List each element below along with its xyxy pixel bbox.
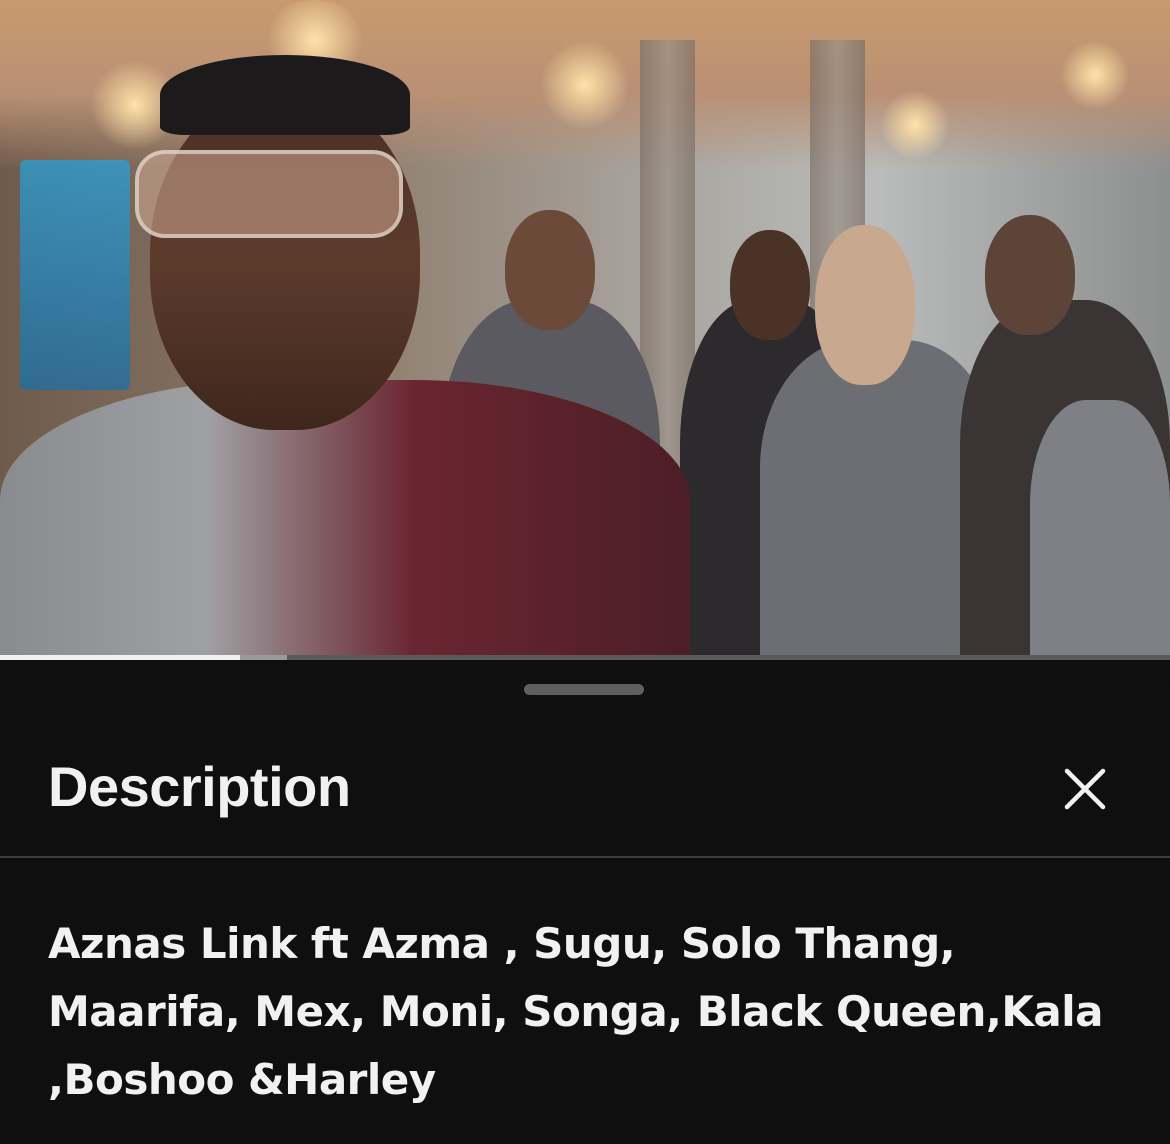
close-button[interactable]: [1052, 756, 1118, 822]
drag-handle[interactable]: [524, 684, 644, 695]
video-scene-person: [1030, 400, 1170, 655]
sheet-title: Description: [48, 755, 351, 818]
video-scene-person: [505, 210, 595, 330]
video-scene-sunglasses: [135, 150, 403, 238]
video-scene-light: [540, 40, 630, 130]
video-scene-sign: [20, 160, 130, 390]
close-icon: [1064, 768, 1106, 810]
video-player[interactable]: [0, 0, 1170, 655]
video-scene-cap: [160, 55, 410, 135]
description-text: Aznas Link ft Azma , Sugu, Solo Thang, M…: [48, 919, 1104, 1104]
video-scene-light: [880, 90, 950, 160]
description-sheet: Description Aznas Link ft Azma , Sugu, S…: [0, 660, 1170, 1144]
video-scene-light: [1060, 40, 1130, 110]
video-scene-main-person-head: [150, 90, 420, 430]
video-scene-person: [730, 230, 810, 340]
divider: [0, 856, 1170, 858]
video-scene-main-person: [0, 380, 690, 655]
video-scene-person: [985, 215, 1075, 335]
video-scene-person: [815, 225, 915, 385]
